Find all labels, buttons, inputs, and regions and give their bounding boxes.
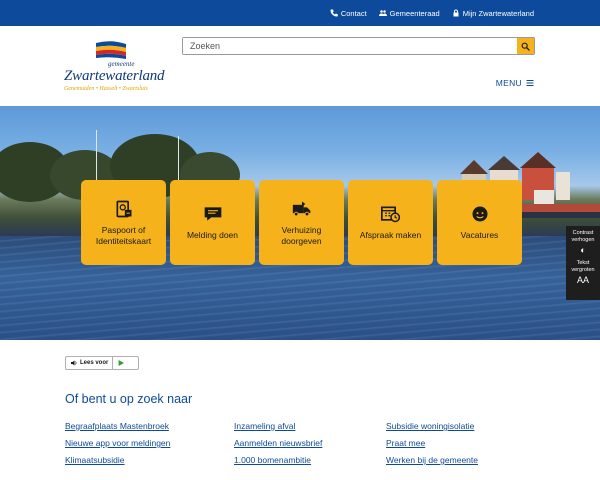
tile-melding[interactable]: Melding doen xyxy=(170,180,255,265)
speech-bubble-icon xyxy=(204,207,221,221)
tile-verhuizing-label: Verhuizing doorgeven xyxy=(281,224,322,246)
quick-link[interactable]: Aanmelden nieuwsbrief xyxy=(234,438,386,449)
flag-logo-icon xyxy=(96,41,126,59)
hero-boat xyxy=(520,190,600,218)
search-input[interactable] xyxy=(183,38,517,54)
lock-icon xyxy=(453,9,459,17)
service-tiles: Paspoort of Identiteitskaart Melding doe… xyxy=(81,180,522,265)
quick-link[interactable]: Begraafplaats Mastenbroek xyxy=(65,421,234,432)
read-aloud-play-button[interactable] xyxy=(113,360,129,366)
tile-afspraak-label: Afspraak maken xyxy=(359,230,422,241)
tile-vacatures[interactable]: Vacatures xyxy=(437,180,522,265)
search-icon xyxy=(521,42,530,51)
read-aloud-widget: Lees voor xyxy=(65,356,139,370)
mijn-zwartewaterland-link-label: Mijn Zwartewaterland xyxy=(462,8,534,18)
read-aloud-label: Lees voor xyxy=(80,360,109,366)
quick-link[interactable]: Praat mee xyxy=(386,438,536,449)
logo-small-text: gemeente xyxy=(108,60,135,68)
hamburger-icon xyxy=(526,80,534,86)
gemeenteraad-link[interactable]: Gemeenteraad xyxy=(378,8,440,18)
logo-places: Genemuiden • Hasselt • Zwartsluis xyxy=(64,86,148,92)
section-title: Of bent u op zoek naar xyxy=(65,392,193,406)
menu-button[interactable]: MENU xyxy=(496,78,534,88)
text-size-label: Tekst vergroten xyxy=(571,259,595,274)
tile-vacatures-label: Vacatures xyxy=(460,230,499,241)
gemeenteraad-link-label: Gemeenteraad xyxy=(389,8,440,18)
mijn-zwartewaterland-link[interactable]: Mijn Zwartewaterland xyxy=(452,9,534,18)
text-size-toggle[interactable]: Tekst vergroten AA xyxy=(566,260,600,287)
passport-icon xyxy=(116,200,131,218)
phone-icon xyxy=(330,9,338,17)
accessibility-panel: Contrast verhogen ◐ Tekst vergroten AA xyxy=(566,226,600,300)
top-bar: Contact Gemeenteraad Mijn Zwartewaterlan… xyxy=(0,0,600,26)
calendar-clock-icon xyxy=(380,206,400,223)
smiley-icon xyxy=(472,206,487,222)
contrast-toggle[interactable]: Contrast verhogen ◐ xyxy=(566,230,600,257)
contact-link-label: Contact xyxy=(340,8,367,18)
quick-link[interactable]: 1.000 bomenambitie xyxy=(234,455,386,466)
contact-link[interactable]: Contact xyxy=(330,9,367,18)
tile-verhuizing[interactable]: Verhuizing doorgeven xyxy=(259,180,344,265)
quick-link[interactable]: Subsidie woningisolatie xyxy=(386,421,536,432)
quick-link[interactable]: Klimaatsubsidie xyxy=(65,455,234,466)
top-links: Contact Gemeenteraad Mijn Zwartewaterlan… xyxy=(330,0,534,26)
contrast-icon: ◐ xyxy=(580,245,586,256)
play-icon xyxy=(118,360,125,366)
quick-link[interactable]: Werken bij de gemeente xyxy=(386,455,536,466)
tile-afspraak[interactable]: Afspraak maken xyxy=(348,180,433,265)
logo-name: Zwartewaterland xyxy=(64,68,165,84)
municipality-logo[interactable]: gemeente Zwartewaterland Genemuiden • Ha… xyxy=(64,40,165,92)
tile-melding-label: Melding doen xyxy=(186,230,239,241)
site-header: gemeente Zwartewaterland Genemuiden • Ha… xyxy=(0,26,600,106)
text-size-icon: AA xyxy=(576,275,589,286)
tile-passport[interactable]: Paspoort of Identiteitskaart xyxy=(81,180,166,265)
speaker-icon xyxy=(71,360,77,366)
search-button[interactable] xyxy=(517,38,534,54)
menu-label: MENU xyxy=(495,78,522,88)
quick-links: Begraafplaats Mastenbroek Inzameling afv… xyxy=(65,421,545,466)
tile-passport-label: Paspoort of Identiteitskaart xyxy=(95,224,152,246)
quick-link[interactable]: Inzameling afval xyxy=(234,421,386,432)
read-aloud-button[interactable]: Lees voor xyxy=(66,357,114,369)
contrast-label: Contrast verhogen xyxy=(571,230,595,244)
quick-link[interactable]: Nieuwe app voor meldingen xyxy=(65,438,234,449)
hero-banner: Paspoort of Identiteitskaart Melding doe… xyxy=(0,106,600,340)
search-bar xyxy=(182,37,535,55)
people-icon xyxy=(378,10,387,16)
moving-truck-icon xyxy=(292,201,310,217)
